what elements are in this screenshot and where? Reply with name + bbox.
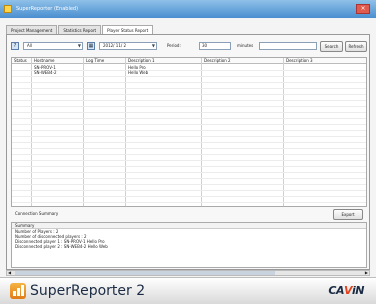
filter-input[interactable] [259,42,317,50]
summary-line: Disconnected player 2 : SN-WEB4-2 Hello … [15,244,108,249]
tab-statistics-report[interactable]: Statistics Report [58,25,102,34]
row-divider [12,94,366,95]
product-name: SuperReporter 2 [30,283,146,299]
scroll-right-icon[interactable]: ▶ [365,270,368,275]
help-icon[interactable]: ? [11,42,19,50]
row-divider [12,130,366,131]
row-divider [12,142,366,143]
vendor-logo-prefix: CA [328,284,344,297]
chevron-down-icon: ▼ [77,43,81,48]
row-divider [12,106,366,107]
connection-summary-title: Connection Summary [15,211,59,216]
row-divider [12,136,366,137]
row-divider [12,190,366,191]
export-button[interactable]: Export [333,209,363,220]
period-input[interactable]: 30 [199,42,231,50]
date-value: 2012/ 11/ 2 [103,43,127,48]
scrollbar-thumb[interactable] [15,271,275,275]
column-header-hostname[interactable]: Hostname [32,58,54,64]
player-select-value: All [27,43,32,48]
connection-summary-box: Summary Number of Players : 2 Number of … [11,222,367,268]
row-divider [12,82,366,83]
player-status-panel: ? All ▼ ▦ 2012/ 11/ 2 ▼ Period: 30 minut… [6,34,370,270]
column-header-description-1[interactable]: Description 1 [126,58,155,64]
row-divider [12,166,366,167]
table-header: Status Hostname Log Time Description 1 D… [12,58,366,64]
vendor-logo-accent: V [344,284,353,297]
tab-player-status-report[interactable]: Player Status Report [102,25,154,34]
row-divider [12,70,366,71]
row-divider [12,172,366,173]
search-button[interactable]: Search [320,41,343,52]
title-bar: SuperReporter (Enabled) × [0,0,376,18]
row-divider [12,154,366,155]
row-divider [12,88,366,89]
player-status-table: Status Hostname Log Time Description 1 D… [11,57,367,207]
superreporter-logo-icon [10,283,26,299]
vendor-logo: CAViN [328,284,364,298]
row-divider [12,76,366,77]
table-row-2-hostname[interactable]: SN-WEB4-2 [32,70,57,75]
row-divider [12,100,366,101]
row-divider [12,124,366,125]
calendar-icon[interactable]: ▦ [87,42,95,50]
scroll-left-icon[interactable]: ◀ [8,270,11,275]
column-header-log-time[interactable]: Log Time [84,58,104,64]
app-icon [4,5,12,13]
column-header-description-3[interactable]: Description 3 [284,58,313,64]
row-divider [12,160,366,161]
branding-footer: SuperReporter 2 CAViN [0,277,376,304]
vendor-logo-suffix: iN [352,284,364,297]
tab-strip: Project Management Statistics Report Pla… [6,25,154,34]
row-divider [12,112,366,113]
row-divider [12,148,366,149]
row-divider [12,184,366,185]
window-title: SuperReporter (Enabled) [16,6,79,12]
app-window: SuperReporter (Enabled) × Project Manage… [0,0,376,304]
toolbar: ? All ▼ ▦ 2012/ 11/ 2 ▼ Period: 30 minut… [11,41,367,53]
row-divider [12,202,366,203]
tab-project-management[interactable]: Project Management [6,25,58,34]
column-header-status[interactable]: Status [12,58,27,64]
chevron-down-icon: ▼ [151,43,155,48]
player-select[interactable]: All ▼ [23,42,83,50]
row-divider [12,178,366,179]
table-row-2-description-1[interactable]: Hello Web [126,70,148,75]
close-window-button[interactable]: × [356,4,370,14]
period-label: Period: [167,43,181,48]
horizontal-scrollbar[interactable]: ◀ ▶ [6,270,370,276]
date-picker[interactable]: 2012/ 11/ 2 ▼ [99,42,157,50]
column-header-description-2[interactable]: Description 2 [202,58,231,64]
row-divider [12,118,366,119]
refresh-button[interactable]: Refresh [345,41,367,52]
row-divider [12,196,366,197]
minutes-label: minutes [237,43,254,48]
